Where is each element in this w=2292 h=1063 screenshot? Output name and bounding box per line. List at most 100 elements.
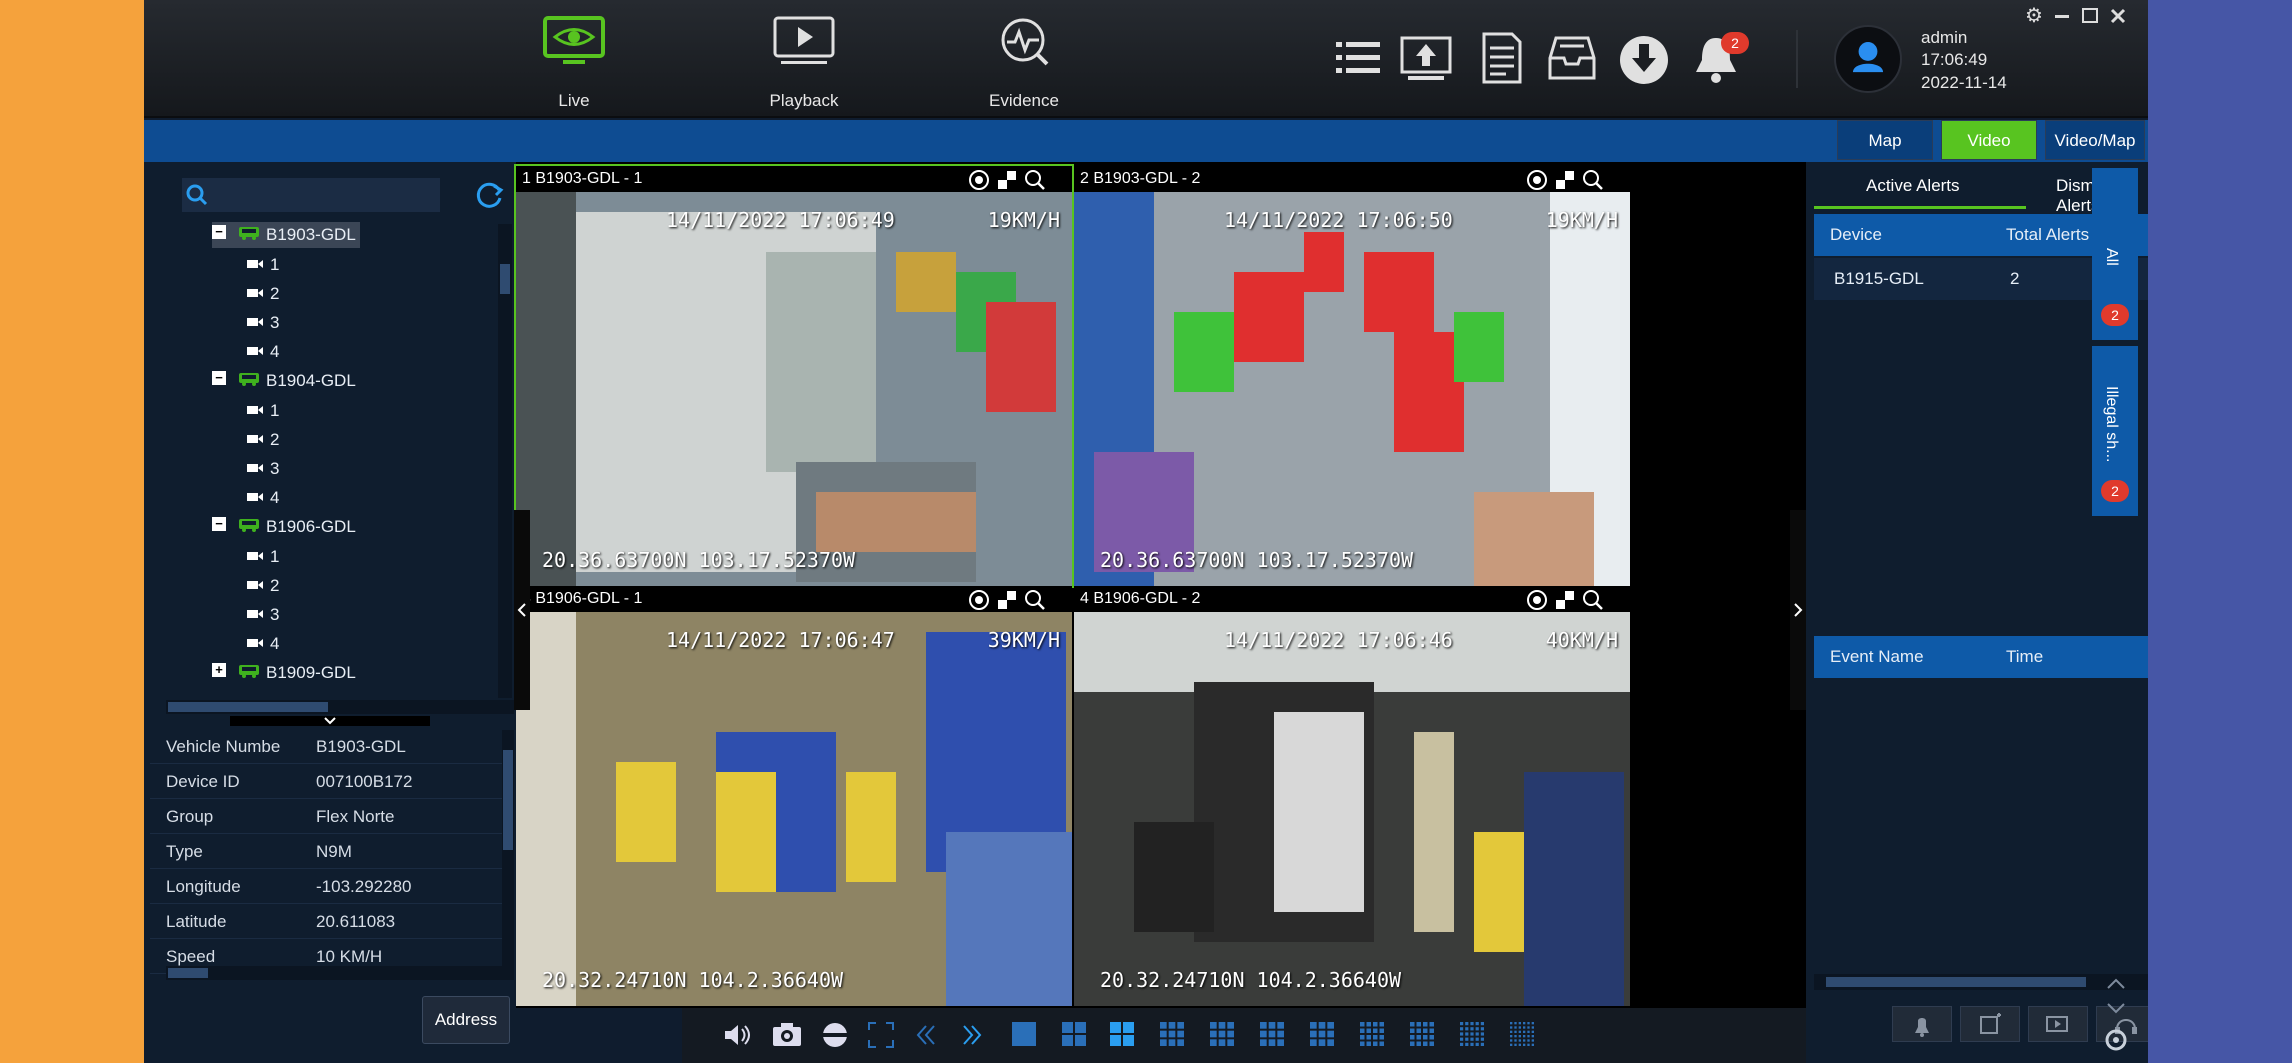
avatar[interactable]: [1834, 25, 1902, 93]
tree-channel-row[interactable]: 1: [246, 544, 279, 570]
video-panel[interactable]: 4 B1906-GDL - 2 14/11/2022 17:06:46 40KM/H…: [1074, 586, 1630, 1006]
nav-playback-label: Playback: [769, 91, 839, 110]
layout-4-active-button[interactable]: [1106, 1018, 1140, 1052]
tree-channel-label: 1: [270, 401, 280, 420]
header-total-alerts: Total Alerts: [2006, 225, 2090, 244]
upload-screen-icon[interactable]: [1400, 30, 1452, 86]
tree-channel-row[interactable]: 3: [246, 310, 279, 336]
right-nav-arrow[interactable]: [1790, 510, 1806, 710]
gear-icon[interactable]: ⚙: [2022, 4, 2046, 28]
record-disc-button[interactable]: [818, 1018, 852, 1052]
previous-button[interactable]: [908, 1018, 942, 1052]
snapshot-icon: [1556, 171, 1574, 189]
tree-channel-row[interactable]: 3: [246, 602, 279, 628]
layout-16-button[interactable]: [1406, 1018, 1440, 1052]
info-horizontal-scrollbar[interactable]: [166, 966, 514, 980]
layout-6-button[interactable]: [1156, 1018, 1190, 1052]
refresh-icon[interactable]: [472, 178, 506, 212]
video-feed[interactable]: 14/11/2022 17:06:46 40KM/H 20.32.24710N 10…: [1074, 612, 1630, 1006]
device-add-icon: [1980, 1013, 2001, 1034]
fullscreen-button[interactable]: [864, 1018, 898, 1052]
video-clip-button[interactable]: [2028, 1006, 2088, 1042]
info-scrollbar[interactable]: [502, 730, 514, 970]
map-view-button[interactable]: Map: [1837, 120, 1933, 160]
collapse-icon[interactable]: −: [212, 517, 226, 531]
tree-device-row[interactable]: + B1909-GDL: [212, 660, 356, 686]
address-button[interactable]: Address: [422, 996, 510, 1044]
expand-icon[interactable]: +: [212, 663, 226, 677]
tree-channel-row[interactable]: 4: [246, 485, 279, 511]
tree-device-row[interactable]: − B1906-GDL: [212, 514, 356, 540]
info-row: Group Flex Norte: [150, 800, 502, 834]
tree-channel-row[interactable]: 4: [246, 631, 279, 657]
video-panel[interactable]: 1 B1903-GDL - 1 14/11/2022 17:06:49 19KM/H…: [514, 164, 1074, 588]
info-row: Longitude -103.292280: [150, 870, 502, 904]
tree-channel-row[interactable]: 3: [246, 456, 279, 482]
layout-1-button[interactable]: [1008, 1018, 1042, 1052]
layout-8-button[interactable]: [1206, 1018, 1240, 1052]
settings-icon[interactable]: [2101, 1025, 2131, 1055]
device-add-button[interactable]: [1960, 1006, 2020, 1042]
tree-channel-row[interactable]: 2: [246, 573, 279, 599]
video-toolbar: [682, 1008, 1806, 1063]
chevron-down-icon[interactable]: [2104, 1000, 2128, 1016]
tree-channel-label: 3: [270, 313, 280, 332]
collapse-icon[interactable]: −: [212, 225, 226, 239]
nav-live[interactable]: Live: [494, 16, 654, 111]
video-clip-icon: [2046, 1016, 2068, 1032]
volume-button[interactable]: [720, 1018, 754, 1052]
left-nav-arrow[interactable]: [514, 510, 530, 710]
side-tab[interactable]: All 2: [2092, 168, 2138, 340]
video-feed[interactable]: 14/11/2022 17:06:50 19KM/H 20.36.63700N 10…: [1074, 192, 1630, 586]
tree-channel-row[interactable]: 2: [246, 281, 279, 307]
video-coords: 20.32.24710N 104.2.36640W: [542, 968, 844, 992]
video-feed[interactable]: 14/11/2022 17:06:47 39KM/H 20.32.24710N 10…: [516, 612, 1072, 1006]
layout-13-button[interactable]: [1356, 1018, 1390, 1052]
info-value: 20.611083: [316, 912, 396, 931]
next-button[interactable]: [954, 1018, 988, 1052]
document-icon[interactable]: [1476, 30, 1528, 86]
layout-4-button[interactable]: [1058, 1018, 1092, 1052]
search-input[interactable]: [182, 178, 440, 212]
nav-playback[interactable]: Playback: [724, 16, 884, 111]
tab-active-alerts[interactable]: Active Alerts: [1866, 176, 1960, 196]
tree-channel-row[interactable]: 1: [246, 252, 279, 278]
video-feed[interactable]: 14/11/2022 17:06:49 19KM/H 20.36.63700N 10…: [516, 192, 1072, 586]
layout-10-button[interactable]: [1306, 1018, 1340, 1052]
alarm-bell-button[interactable]: [1892, 1006, 1952, 1042]
tree-device-row[interactable]: − B1904-GDL: [212, 368, 356, 394]
archive-icon[interactable]: [1546, 30, 1598, 86]
layout-36-button[interactable]: [1506, 1018, 1540, 1052]
minimize-icon[interactable]: [2050, 4, 2074, 28]
side-tab[interactable]: Illegal sh... 2: [2092, 346, 2138, 516]
maximize-icon[interactable]: [2078, 4, 2102, 28]
layout-4-active-icon: [1110, 1022, 1134, 1046]
tree-channel-row[interactable]: 4: [246, 339, 279, 365]
download-icon[interactable]: [1618, 30, 1670, 86]
video-map-view-button[interactable]: Video/Map: [2045, 120, 2145, 160]
active-tab-underline: [1814, 206, 2026, 209]
video-view-button[interactable]: Video: [1941, 120, 2037, 160]
nav-evidence[interactable]: Evidence: [944, 16, 1104, 111]
camera-frame: [516, 612, 1072, 1006]
layout-25-button[interactable]: [1456, 1018, 1490, 1052]
header-time: Time: [2006, 647, 2044, 666]
tree-channel-row[interactable]: 2: [246, 427, 279, 453]
close-icon[interactable]: [2106, 4, 2130, 28]
tree-horizontal-scrollbar[interactable]: [166, 700, 514, 714]
device-tree: − B1903-GDL 1 2 3 4 − B1904-GDL 1 2 3 4 − B1906-GDL 1 2…: [150, 222, 506, 692]
tree-channel-row[interactable]: 1: [246, 398, 279, 424]
record-icon: [1527, 590, 1547, 610]
events-horizontal-scrollbar[interactable]: [1814, 974, 2148, 990]
tree-scrollbar[interactable]: [498, 224, 512, 698]
video-panel[interactable]: 2 B1903-GDL - 2 14/11/2022 17:06:50 19KM/H…: [1074, 166, 1630, 586]
collapse-icon[interactable]: −: [212, 371, 226, 385]
tree-device-row[interactable]: − B1903-GDL: [212, 222, 360, 248]
chevron-up-icon[interactable]: [2104, 976, 2128, 992]
layout-9-button[interactable]: [1256, 1018, 1290, 1052]
list-icon[interactable]: [1332, 30, 1384, 86]
camera-icon: [247, 435, 263, 443]
video-panel[interactable]: 3 B1906-GDL - 1 14/11/2022 17:06:47 39KM/H…: [516, 586, 1072, 1006]
camera-button[interactable]: [770, 1018, 804, 1052]
panel-splitter[interactable]: [230, 716, 430, 726]
